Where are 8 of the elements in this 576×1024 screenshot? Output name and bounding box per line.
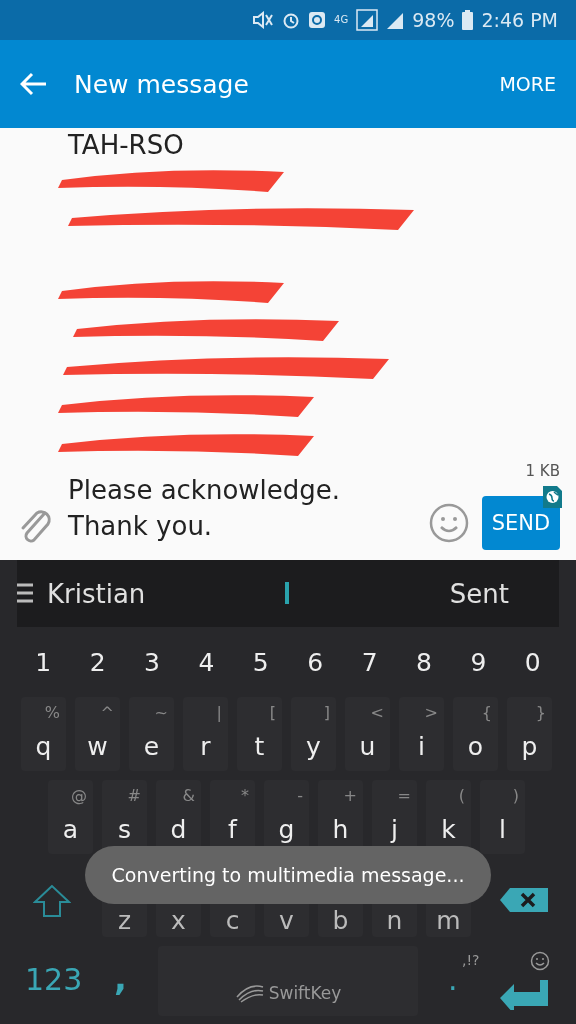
punctuation-hint: ,!? [462,952,480,968]
message-line: TAH-RSO [68,130,184,160]
conversion-toast: Converting to multimedia message... [85,846,491,904]
battery-level: 98% [412,9,455,31]
network-type: 4G [334,15,349,25]
screen-title: New message [74,69,250,99]
message-size: 1 KB [525,462,560,480]
clock: 2:46 PM [481,9,558,31]
